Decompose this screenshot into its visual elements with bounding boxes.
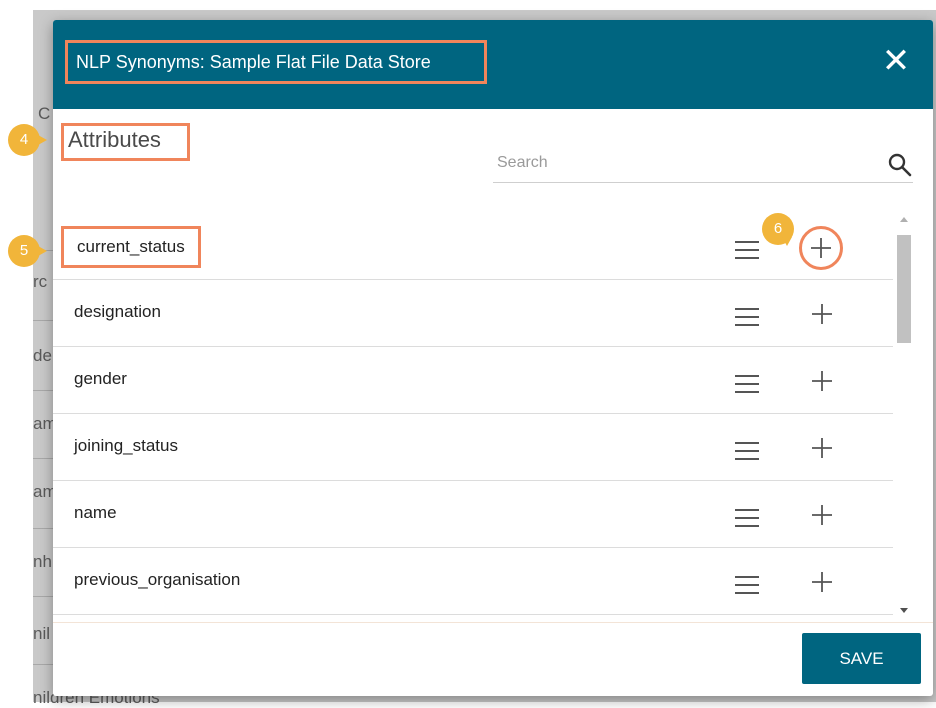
callout-marker: 4 (8, 124, 47, 156)
attribute-name: name (74, 503, 117, 522)
plus-icon[interactable] (806, 566, 838, 598)
background-text: C (38, 104, 51, 123)
attribute-row: gender (53, 347, 893, 414)
attribute-list: current_status designation gender joinin… (53, 213, 893, 617)
scroll-down-arrow-icon[interactable] (900, 608, 908, 613)
dialog-title: NLP Synonyms: Sample Flat File Data Stor… (65, 40, 487, 84)
nlp-synonyms-dialog: NLP Synonyms: Sample Flat File Data Stor… (53, 20, 933, 696)
background-text: de (33, 346, 52, 365)
footer-divider (53, 622, 933, 623)
attribute-row: joining_status (53, 414, 893, 481)
list-scrollbar[interactable] (895, 217, 913, 613)
close-button[interactable]: ✕ (881, 44, 911, 78)
search-input[interactable] (493, 148, 861, 178)
menu-icon[interactable] (733, 507, 761, 529)
plus-icon[interactable] (806, 365, 838, 397)
scroll-thumb[interactable] (897, 235, 911, 343)
background-text: nh (33, 552, 52, 571)
attribute-name: designation (74, 302, 161, 321)
menu-icon[interactable] (733, 373, 761, 395)
add-synonym-button[interactable] (799, 226, 843, 270)
menu-icon[interactable] (733, 574, 761, 596)
scroll-up-arrow-icon[interactable] (900, 217, 908, 222)
plus-icon[interactable] (806, 432, 838, 464)
attribute-name: joining_status (74, 436, 178, 455)
search-icon[interactable] (887, 152, 913, 178)
callout-marker: 6 (762, 213, 794, 246)
attribute-row: designation (53, 280, 893, 347)
search-bar (493, 148, 913, 183)
attribute-row: name (53, 481, 893, 548)
attributes-heading: Attributes (61, 123, 190, 161)
attribute-row: previous_organisation (53, 548, 893, 615)
menu-icon[interactable] (733, 239, 761, 261)
save-button[interactable]: SAVE (802, 633, 921, 684)
plus-icon[interactable] (806, 298, 838, 330)
attribute-name: gender (74, 369, 127, 388)
plus-icon[interactable] (806, 499, 838, 531)
background-text: rc (33, 272, 48, 291)
menu-icon[interactable] (733, 440, 761, 462)
background-text: nil (33, 624, 51, 643)
attribute-name: current_status (61, 226, 201, 268)
plus-icon (811, 238, 831, 258)
attribute-name: previous_organisation (74, 570, 241, 589)
callout-marker: 5 (8, 235, 47, 267)
dialog-header: NLP Synonyms: Sample Flat File Data Stor… (53, 20, 933, 109)
close-icon: ✕ (881, 42, 911, 80)
menu-icon[interactable] (733, 306, 761, 328)
